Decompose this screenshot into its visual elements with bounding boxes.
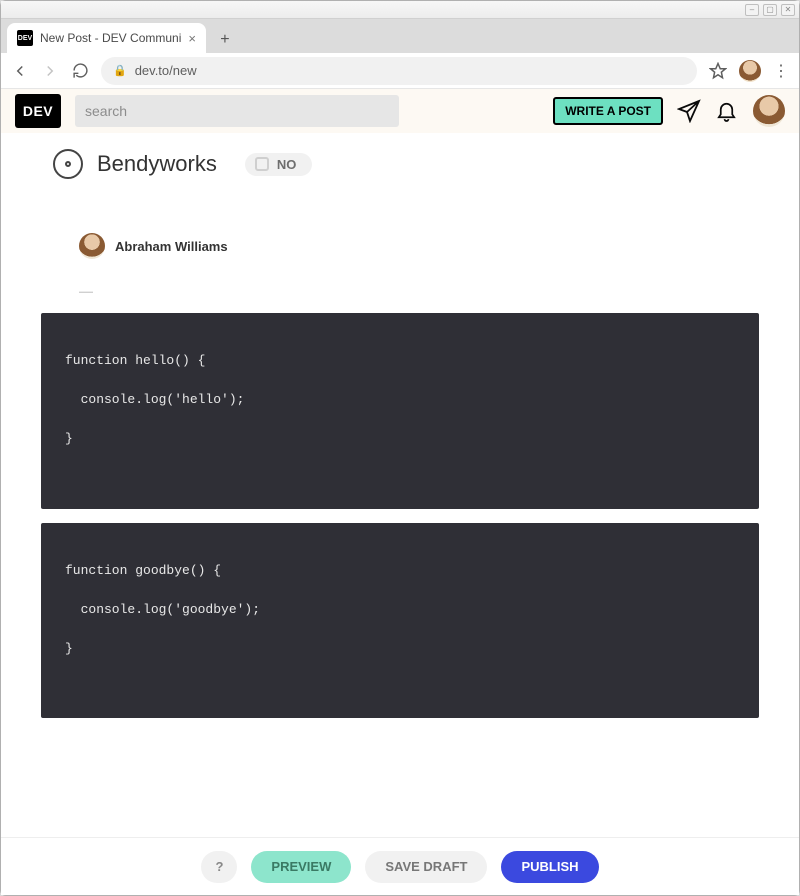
organization-name: Bendyworks (97, 151, 217, 177)
browser-tab[interactable]: DEV New Post - DEV Communi × (7, 23, 206, 53)
code-block: function hello() { console.log('hello');… (41, 313, 759, 509)
window-close-button[interactable]: ✕ (781, 4, 795, 16)
address-bar[interactable]: 🔒 dev.to/new (101, 57, 697, 85)
url-text: dev.to/new (135, 63, 197, 78)
save-draft-button[interactable]: SAVE DRAFT (365, 851, 487, 883)
browser-profile-avatar[interactable] (739, 60, 761, 82)
lock-icon: 🔒 (113, 64, 127, 77)
browser-toolbar: 🔒 dev.to/new ⋮ (1, 53, 799, 89)
user-avatar[interactable] (753, 95, 785, 127)
tab-close-icon[interactable]: × (188, 31, 196, 46)
window-maximize-button[interactable]: ▢ (763, 4, 777, 16)
app-header: DEV WRITE A POST (1, 89, 799, 133)
editor-footer: ? PREVIEW SAVE DRAFT PUBLISH (1, 837, 799, 895)
publish-button[interactable]: PUBLISH (501, 851, 598, 883)
paper-plane-icon[interactable] (677, 99, 701, 123)
tab-title: New Post - DEV Communi (40, 31, 181, 45)
bell-icon[interactable] (715, 99, 739, 123)
author-avatar (79, 233, 105, 259)
checkbox-icon (255, 157, 269, 171)
preview-button[interactable]: PREVIEW (251, 851, 351, 883)
organization-toggle[interactable]: NO (245, 153, 313, 176)
write-post-button[interactable]: WRITE A POST (553, 97, 663, 125)
browser-tabstrip: DEV New Post - DEV Communi × + (1, 19, 799, 53)
bookmark-star-icon[interactable] (709, 62, 727, 80)
author-name: Abraham Williams (115, 239, 228, 254)
back-button[interactable] (11, 62, 29, 80)
window-minimize-button[interactable]: – (745, 4, 759, 16)
reload-button[interactable] (71, 62, 89, 80)
organization-icon (53, 149, 83, 179)
forward-button[interactable] (41, 62, 59, 80)
placeholder-mark: — (21, 271, 779, 299)
tab-favicon-icon: DEV (17, 30, 33, 46)
toggle-label: NO (277, 157, 297, 172)
browser-menu-icon[interactable]: ⋮ (773, 61, 789, 81)
window-titlebar: – ▢ ✕ (1, 1, 799, 19)
dev-logo[interactable]: DEV (15, 94, 61, 128)
author-row: Abraham Williams (21, 185, 779, 271)
help-button[interactable]: ? (201, 851, 237, 883)
organization-row: Bendyworks NO (21, 133, 779, 185)
editor-content[interactable]: Bendyworks NO Abraham Williams — functio… (1, 133, 799, 837)
new-tab-button[interactable]: + (212, 27, 238, 53)
code-block: function goodbye() { console.log('goodby… (41, 523, 759, 719)
search-input[interactable] (75, 95, 399, 127)
